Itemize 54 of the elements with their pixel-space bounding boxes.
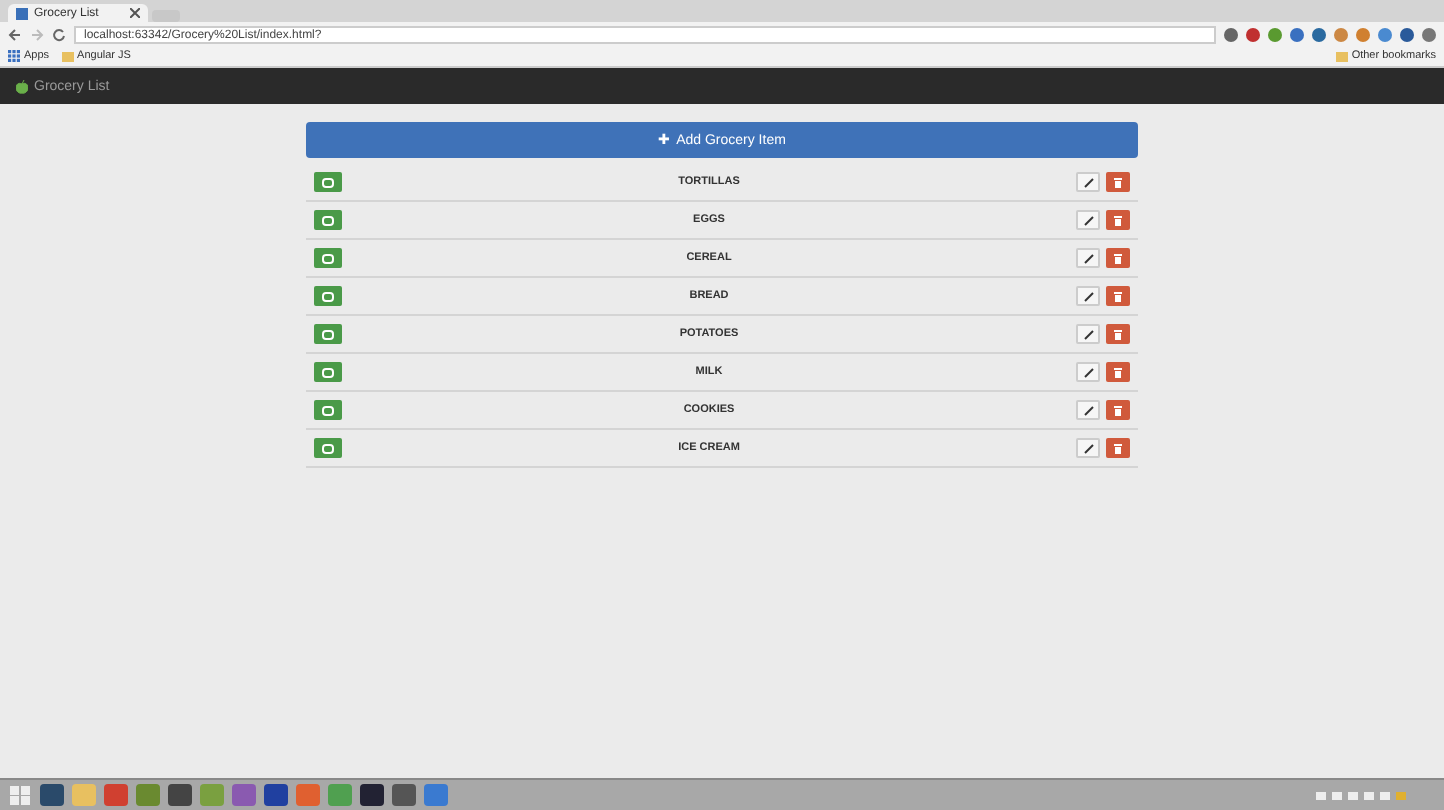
- pencil-icon: [1083, 443, 1093, 453]
- folder-icon: [61, 51, 74, 61]
- trash-icon: [1114, 443, 1122, 453]
- trash-icon: [1114, 405, 1122, 415]
- delete-button[interactable]: [1106, 438, 1130, 458]
- trash-icon: [1114, 177, 1122, 187]
- windows-logo-icon[interactable]: [8, 784, 32, 806]
- delete-button[interactable]: [1106, 248, 1130, 268]
- pencil-icon: [1083, 177, 1093, 187]
- taskbar-app-icon[interactable]: [168, 784, 192, 806]
- reload-icon[interactable]: [52, 27, 66, 41]
- apple-icon: [16, 79, 28, 93]
- close-icon[interactable]: [130, 8, 140, 18]
- edit-button[interactable]: [1076, 172, 1100, 192]
- taskbar-app-icon[interactable]: [40, 784, 64, 806]
- done-button[interactable]: [314, 286, 342, 306]
- delete-button[interactable]: [1106, 324, 1130, 344]
- delete-button[interactable]: [1106, 210, 1130, 230]
- apps-grid-icon: [8, 50, 20, 62]
- folder-icon: [1335, 51, 1348, 61]
- done-button[interactable]: [314, 324, 342, 344]
- pencil-icon: [1083, 253, 1093, 263]
- back-icon[interactable]: [8, 27, 22, 41]
- done-button[interactable]: [314, 210, 342, 230]
- pencil-icon: [1083, 405, 1093, 415]
- taskbar-app-icon[interactable]: [392, 784, 416, 806]
- pencil-icon: [1083, 215, 1093, 225]
- done-button[interactable]: [314, 362, 342, 382]
- delete-button[interactable]: [1106, 172, 1130, 192]
- edit-button[interactable]: [1076, 286, 1100, 306]
- edit-button[interactable]: [1076, 438, 1100, 458]
- trash-icon: [1114, 253, 1122, 263]
- edit-button[interactable]: [1076, 210, 1100, 230]
- delete-button[interactable]: [1106, 362, 1130, 382]
- pencil-icon: [1083, 329, 1093, 339]
- trash-icon: [1114, 291, 1122, 301]
- delete-button[interactable]: [1106, 286, 1130, 306]
- taskbar-app-icon[interactable]: [360, 784, 384, 806]
- page-icon: [16, 7, 28, 19]
- edit-button[interactable]: [1076, 400, 1100, 420]
- done-button[interactable]: [314, 172, 342, 192]
- trash-icon: [1114, 215, 1122, 225]
- trash-icon: [1114, 329, 1122, 339]
- delete-button[interactable]: [1106, 400, 1130, 420]
- taskbar-app-icon[interactable]: [264, 784, 288, 806]
- edit-button[interactable]: [1076, 324, 1100, 344]
- pencil-icon: [1083, 367, 1093, 377]
- done-button[interactable]: [314, 400, 342, 420]
- trash-icon: [1114, 367, 1122, 377]
- edit-button[interactable]: [1076, 248, 1100, 268]
- done-button[interactable]: [314, 248, 342, 268]
- pencil-icon: [1083, 291, 1093, 301]
- edit-button[interactable]: [1076, 362, 1100, 382]
- done-button[interactable]: [314, 438, 342, 458]
